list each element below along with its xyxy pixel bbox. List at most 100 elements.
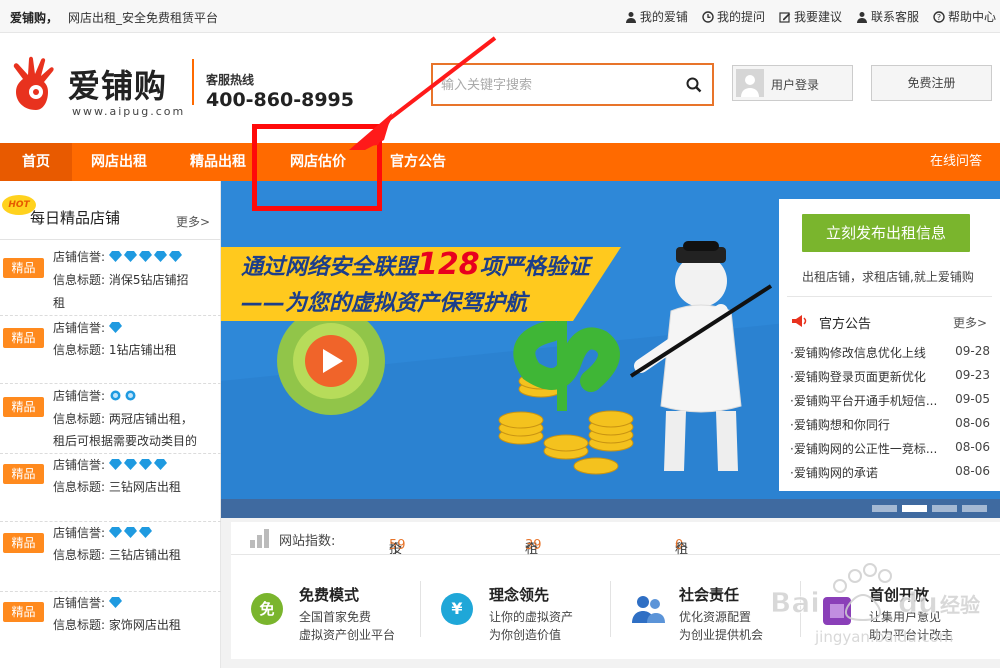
news-text: ·爱铺购想和你同行	[790, 418, 890, 432]
title-label: 信息标题:	[53, 480, 106, 494]
carousel-bar	[221, 499, 1000, 518]
list-item[interactable]: 精品 店铺信誉: 信息标题: 消保5钻店铺招 租	[0, 240, 221, 316]
feature-line: 优化资源配置	[679, 610, 752, 624]
top-links: 我的爱铺 我的提问 我要建议 联系客服 ? 帮助中心	[625, 8, 996, 25]
diamond-icon	[168, 251, 182, 262]
more-link[interactable]: 更多>	[176, 213, 210, 230]
news-item[interactable]: ·爱铺购网的承诺 08-06	[790, 464, 990, 481]
publish-rental-button[interactable]: 立刻发布出租信息	[802, 214, 970, 252]
top-link-suggestions[interactable]: 我要建议	[779, 8, 842, 25]
help-icon: ?	[933, 10, 945, 23]
news-item[interactable]: ·爱铺购登录页面更新优化 09-23	[790, 368, 990, 385]
megaphone-icon	[792, 315, 807, 327]
register-button[interactable]: 免费注册	[871, 65, 992, 101]
news-item[interactable]: ·爱铺购网的公正性一竞标... 08-06	[790, 440, 990, 457]
diamond-icon	[153, 251, 167, 262]
shop-title: 三钻店铺出租	[108, 548, 181, 562]
list-item[interactable]: 精品 店铺信誉: 信息标题: 家饰网店出租	[0, 592, 221, 668]
news-date: 08-06	[955, 440, 990, 454]
diamond-icon	[108, 322, 122, 333]
user-icon	[625, 11, 636, 23]
reputation-label: 店铺信誉:	[53, 389, 106, 403]
hotline-number: 400-860-8995	[206, 89, 354, 111]
feature-social-responsibility: 社会责任 优化资源配置 为创业提供机会	[611, 555, 801, 659]
feature-title: 社会责任	[679, 586, 740, 604]
login-button[interactable]: 用户登录	[732, 65, 853, 101]
news-date: 08-06	[955, 416, 990, 430]
news-item[interactable]: ·爱铺购想和你同行 08-06	[790, 416, 990, 433]
news-date: 09-05	[955, 392, 990, 406]
news-text: ·爱铺购平台开通手机短信...	[790, 394, 938, 408]
premium-badge: 精品	[3, 328, 44, 348]
reputation-label: 店铺信誉:	[53, 250, 106, 264]
clock-icon	[702, 10, 714, 23]
premium-badge: 精品	[3, 533, 44, 553]
open-platform-icon	[823, 597, 851, 625]
bar-chart-icon	[250, 529, 269, 548]
top-link-label: 帮助中心	[947, 10, 996, 24]
feature-line: 为创业提供机会	[679, 628, 764, 642]
list-item[interactable]: 精品 店铺信誉: 信息标题: 三钻店铺出租	[0, 522, 221, 592]
list-item[interactable]: 精品 店铺信誉: 信息标题: 三钻网店出租	[0, 454, 221, 522]
premium-badge: 精品	[3, 258, 44, 278]
title-label: 信息标题:	[53, 412, 106, 426]
nav-announcements[interactable]: 官方公告	[390, 143, 446, 181]
carousel-dot[interactable]	[962, 505, 987, 512]
logo-url: www.aipug.com	[72, 105, 186, 118]
feature-line: 让你的虚拟资产	[489, 610, 574, 624]
title-label: 信息标题:	[53, 548, 106, 562]
search-icon[interactable]	[684, 75, 704, 95]
title-label: 信息标题:	[53, 343, 106, 357]
top-link-label: 我要建议	[793, 10, 842, 24]
top-link-contact-support[interactable]: 联系客服	[856, 8, 919, 25]
news-item[interactable]: ·爱铺购修改信息优化上线 09-28	[790, 344, 990, 361]
list-item[interactable]: 精品 店铺信誉: 信息标题: 1钻店铺出租	[0, 316, 221, 384]
feature-open-first: 首创开放 让集用户意见 助力平台计改主	[801, 555, 991, 659]
search-input[interactable]	[441, 74, 671, 96]
list-item[interactable]: 精品 店铺信誉: 信息标题: 两冠店铺出租， 租后可根据需要改动类目的	[0, 384, 221, 454]
carousel-dot[interactable]	[872, 505, 897, 512]
top-link-my-questions[interactable]: 我的提问	[702, 8, 765, 25]
hotline-label: 客服热线	[206, 73, 255, 87]
announcement-more-link[interactable]: 更多>	[953, 314, 987, 331]
feature-line: 让集用户意见	[869, 610, 942, 624]
top-link-help-center[interactable]: ? 帮助中心	[933, 8, 996, 25]
panel-title: 每日精品店铺	[30, 209, 121, 227]
shop-title: 三钻网店出租	[108, 480, 181, 494]
shop-title: 两冠店铺出租，	[108, 412, 193, 426]
shop-title: 家饰网店出租	[108, 618, 181, 632]
top-link-label: 联系客服	[870, 10, 919, 24]
diamond-icon	[123, 527, 137, 538]
site-logo[interactable]: 爱铺购 www.aipug.com	[6, 55, 194, 125]
premium-badge: 精品	[3, 602, 44, 622]
diamond-icon	[108, 459, 122, 470]
logo-divider	[192, 59, 194, 105]
news-text: ·爱铺购网的公正性一竞标...	[790, 442, 938, 456]
announcement-panel: 立刻发布出租信息 出租店铺，求租店铺,就上爱铺购 官方公告 更多> ·爱铺购修改…	[779, 199, 1000, 491]
top-link-my-account[interactable]: 我的爱铺	[625, 8, 688, 25]
nav-premium-rent[interactable]: 精品出租	[190, 143, 246, 181]
feature-title: 首创开放	[869, 586, 930, 604]
feature-line: 为你创造价值	[489, 628, 562, 642]
feature-title: 免费模式	[299, 586, 360, 604]
diamond-icon	[138, 251, 152, 262]
reputation-row: 店铺信誉:	[53, 454, 218, 477]
nav-online-qa[interactable]: 在线问答	[930, 143, 982, 181]
search-box	[431, 63, 714, 106]
premium-badge: 精品	[3, 397, 44, 417]
annotation-highlight-box	[252, 124, 382, 211]
title-label: 信息标题:	[53, 618, 106, 632]
carousel-dot[interactable]	[932, 505, 957, 512]
title-row: 信息标题: 家饰网店出租	[53, 614, 218, 637]
carousel-dot-active[interactable]	[902, 505, 927, 512]
news-date: 09-28	[955, 344, 990, 358]
nav-home[interactable]: 首页	[0, 143, 72, 181]
feature-line: 全国首家免费	[299, 610, 372, 624]
feature-title: 理念领先	[489, 586, 550, 604]
nav-shop-rent[interactable]: 网店出租	[91, 143, 147, 181]
news-item[interactable]: ·爱铺购平台开通手机短信... 09-05	[790, 392, 990, 409]
feature-line: 虚拟资产创业平台	[299, 628, 396, 642]
features-section: 免 免费模式 全国首家免费 虚拟资产创业平台 ¥ 理念领先 让你的虚拟资产 为你…	[231, 555, 1000, 659]
site-stats-bar: 网站指数: 投标中: 59 个 租赁开始: 39 个 租赁完成: 0 个	[231, 522, 1000, 614]
premium-badge: 精品	[3, 464, 44, 484]
